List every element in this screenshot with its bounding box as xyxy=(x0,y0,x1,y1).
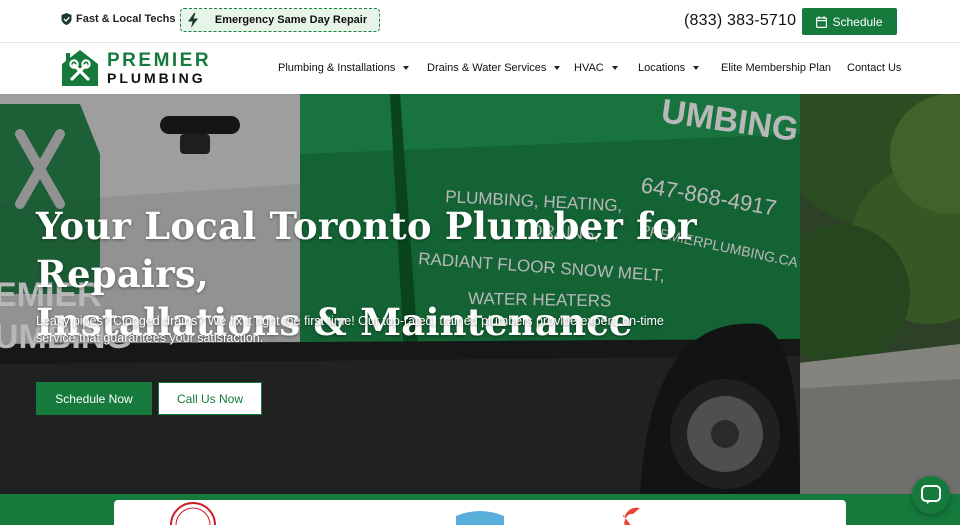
hero-section: UMBING PLUMBING, HEATING, DRAINS, RADIAN… xyxy=(0,94,960,494)
emergency-repair-button[interactable]: Emergency Same Day Repair xyxy=(180,8,380,32)
chat-button[interactable] xyxy=(912,476,950,514)
nav-item-contact-us[interactable]: Contact Us xyxy=(847,62,901,74)
emergency-repair-label: Emergency Same Day Repair xyxy=(214,14,368,26)
nav-item-label: Drains & Water Services xyxy=(427,62,547,74)
hero-title-line1: Your Local Toronto Plumber for Repairs, xyxy=(36,204,697,296)
chevron-down-icon xyxy=(693,66,700,70)
shield-check-icon xyxy=(61,13,72,25)
schedule-now-button[interactable]: Schedule Now xyxy=(36,382,152,415)
nav-item-elite-membership[interactable]: Elite Membership Plan xyxy=(721,62,831,74)
badges-card xyxy=(114,500,846,525)
logo-line2: PLUMBING xyxy=(107,70,206,86)
top-bar: Fast & Local Techs Emergency Same Day Re… xyxy=(0,0,960,43)
nav-item-label: Elite Membership Plan xyxy=(721,62,832,74)
google-g-icon xyxy=(622,507,640,525)
hero-subtitle: Leaky pipes? Clogged drains? We fix it r… xyxy=(36,314,664,345)
fast-local-badge: Fast & Local Techs xyxy=(61,13,175,25)
seal-badge-icon xyxy=(170,502,216,525)
fast-local-text: Fast & Local Techs xyxy=(76,13,176,25)
homestars-badge-icon xyxy=(456,511,504,525)
phone-number-link[interactable]: (833) 383-5710 xyxy=(684,12,796,30)
chevron-down-icon xyxy=(611,66,618,70)
schedule-label: Schedule xyxy=(832,14,883,29)
call-us-now-button[interactable]: Call Us Now xyxy=(158,382,262,415)
logo-wordmark: PREMIER PLUMBING xyxy=(107,51,211,85)
chat-bubble-icon xyxy=(921,485,941,504)
logo-line1: PREMIER xyxy=(107,50,212,71)
chevron-down-icon xyxy=(403,66,410,70)
nav-item-label: Plumbing & Installations xyxy=(278,62,396,74)
nav-item-label: HVAC xyxy=(574,62,604,74)
nav-item-drains-water[interactable]: Drains & Water Services xyxy=(427,62,561,74)
lightning-bolt-icon xyxy=(188,13,198,28)
nav-item-plumbing-installations[interactable]: Plumbing & Installations xyxy=(278,62,410,74)
nav-item-label: Contact Us xyxy=(847,62,902,74)
schedule-button[interactable]: Schedule xyxy=(802,8,897,35)
main-nav: PREMIER PLUMBING Plumbing & Installation… xyxy=(0,43,960,94)
trust-strip xyxy=(0,494,960,525)
premier-plumbing-logo[interactable]: PREMIER PLUMBING xyxy=(61,49,211,87)
house-wrench-icon xyxy=(62,50,98,86)
nav-item-label: Locations xyxy=(638,62,686,74)
nav-item-locations[interactable]: Locations xyxy=(638,62,700,74)
nav-item-hvac[interactable]: HVAC xyxy=(574,62,618,74)
calendar-icon xyxy=(816,15,828,28)
badge-logos xyxy=(170,502,640,525)
chevron-down-icon xyxy=(554,66,561,70)
